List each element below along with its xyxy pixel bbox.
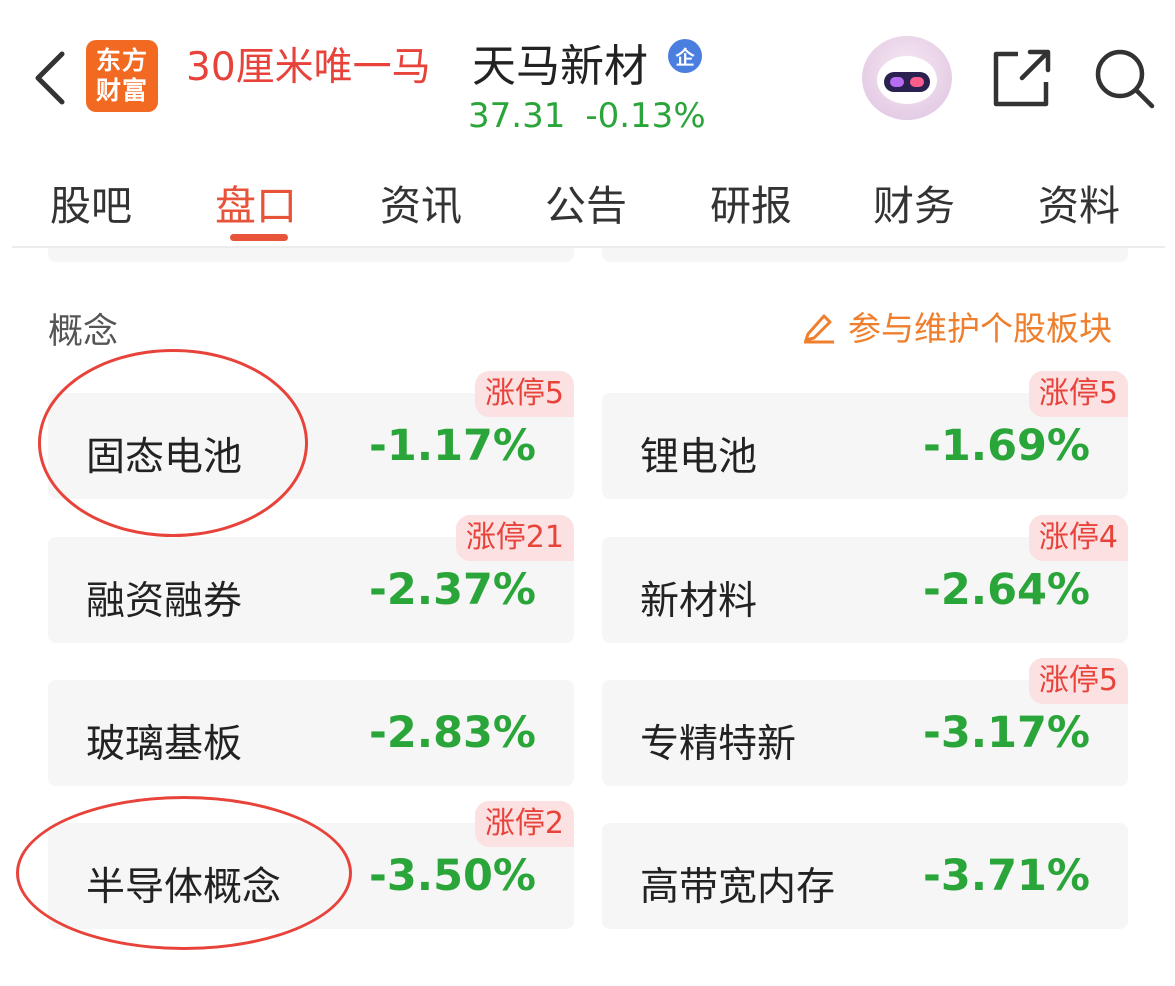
annotation-text: 30厘米唯一马 [186, 45, 431, 90]
tab-finance[interactable]: 财务 [873, 172, 955, 232]
active-tab-indicator [230, 234, 288, 241]
search-icon [1095, 49, 1155, 109]
previous-card-edge [602, 248, 1128, 262]
concept-name: 高带宽内存 [640, 865, 836, 910]
stock-quote: 37.31 -0.13% [468, 96, 706, 136]
tab-announcements[interactable]: 公告 [545, 172, 627, 232]
concept-card-specialized-new[interactable]: 专精特新 -3.17% 涨停5 [602, 658, 1128, 786]
concept-card-new-materials[interactable]: 新材料 -2.64% 涨停4 [602, 515, 1128, 643]
limit-up-badge: 涨停5 [1028, 371, 1128, 417]
limit-up-badge: 涨停5 [474, 371, 574, 417]
app-logo: 东方 财富 [86, 40, 158, 112]
concept-name: 固态电池 [86, 435, 243, 480]
tab-research[interactable]: 研报 [710, 172, 792, 232]
stock-header: 东方 财富 30厘米唯一马 天马新材 企 37.31 -0.13% [0, 0, 1175, 145]
limit-up-badge: 涨停21 [455, 515, 574, 561]
concept-card-hbm[interactable]: 高带宽内存 -3.71% [602, 823, 1128, 929]
limit-up-badge: 涨停4 [1028, 515, 1128, 561]
concept-change: -2.37% [368, 565, 536, 615]
stock-name: 天马新材 [472, 41, 648, 92]
maintain-link-label: 参与维护个股板块 [848, 309, 1112, 348]
concept-name: 半导体概念 [86, 865, 282, 910]
concept-name: 新材料 [640, 579, 758, 624]
concept-card-glass-substrate[interactable]: 玻璃基板 -2.83% [48, 680, 574, 786]
stock-price: 37.31 [468, 96, 566, 136]
concept-change: -3.71% [922, 851, 1090, 901]
back-button[interactable] [28, 48, 72, 108]
concept-card-lithium-battery[interactable]: 锂电池 -1.69% 涨停5 [602, 371, 1128, 499]
logo-text-line1: 东方 [95, 46, 148, 75]
tab-pankou[interactable]: 盘口 [215, 172, 297, 232]
concept-change: -2.83% [368, 708, 536, 758]
chevron-left-icon [35, 51, 65, 105]
tab-guba[interactable]: 股吧 [50, 172, 132, 232]
section-title-concepts: 概念 [48, 312, 119, 352]
assistant-avatar[interactable] [862, 36, 952, 120]
concept-change: -1.69% [922, 421, 1090, 471]
concept-name: 玻璃基板 [86, 722, 243, 767]
stock-change: -0.13% [585, 96, 706, 136]
concept-card-margin-trading[interactable]: 融资融券 -2.37% 涨停21 [48, 515, 574, 643]
robot-icon [877, 56, 937, 104]
concept-name: 融资融券 [86, 579, 243, 624]
maintain-sectors-link[interactable]: 参与维护个股板块 [800, 303, 1112, 349]
enterprise-badge: 企 [668, 39, 702, 73]
concept-name: 专精特新 [640, 722, 797, 767]
tab-bar: 股吧 盘口 资讯 公告 研报 财务 资料 [0, 148, 1175, 248]
search-button[interactable] [1092, 46, 1158, 112]
concept-change: -1.17% [368, 421, 536, 471]
tab-profile[interactable]: 资料 [1038, 172, 1120, 232]
tab-news[interactable]: 资讯 [380, 172, 462, 232]
share-button[interactable] [988, 46, 1054, 112]
limit-up-badge: 涨停5 [1028, 658, 1128, 704]
logo-text-line2: 财富 [95, 76, 148, 105]
concept-change: -3.50% [368, 851, 536, 901]
concept-card-semiconductor[interactable]: 半导体概念 -3.50% 涨停2 [48, 801, 574, 929]
edit-pencil-icon [804, 314, 834, 344]
limit-up-badge: 涨停2 [474, 801, 574, 847]
share-icon [993, 49, 1051, 107]
concept-card-solid-state-battery[interactable]: 固态电池 -1.17% 涨停5 [48, 371, 574, 499]
concept-change: -3.17% [922, 708, 1090, 758]
concept-change: -2.64% [922, 565, 1090, 615]
concept-name: 锂电池 [640, 435, 758, 480]
previous-card-edge [48, 248, 574, 262]
